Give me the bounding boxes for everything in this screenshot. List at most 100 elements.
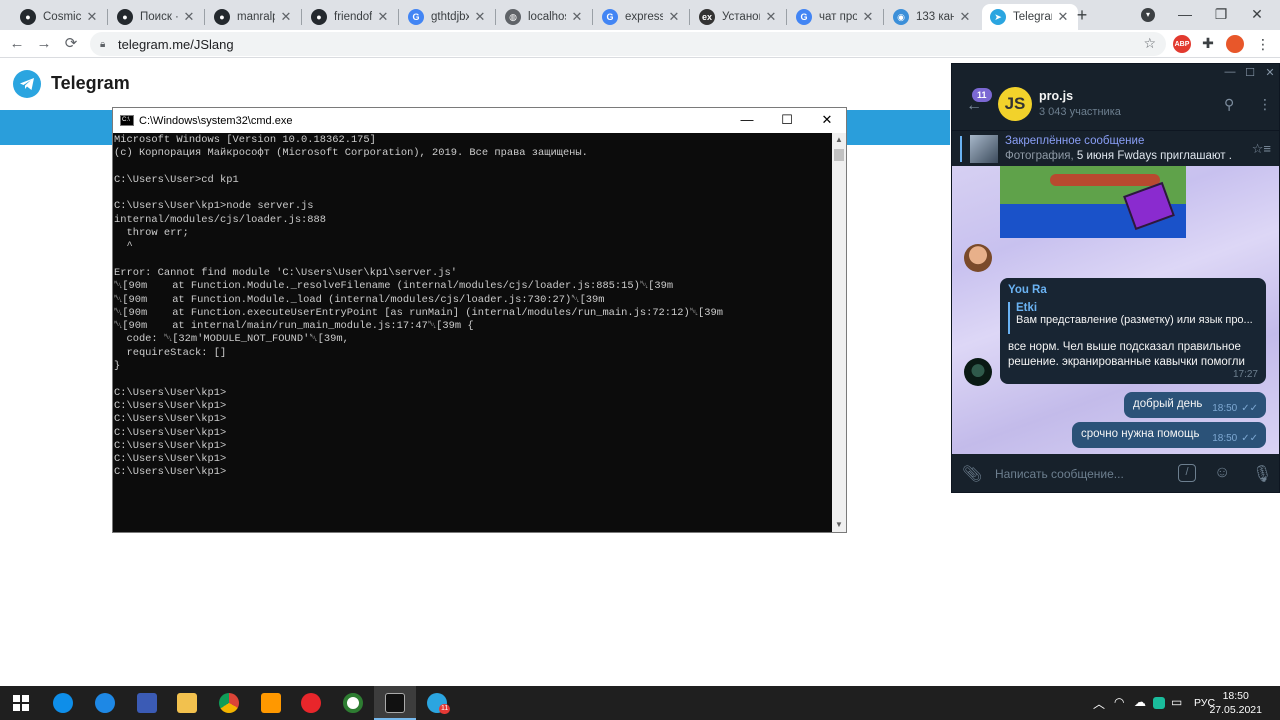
teamviewer-icon[interactable] xyxy=(42,686,84,720)
telegram-brand-title[interactable]: Telegram xyxy=(51,73,130,94)
cmd-minimize-button[interactable]: — xyxy=(727,108,767,133)
tab-close-icon[interactable]: ✕ xyxy=(279,9,293,25)
console-line: throw err; xyxy=(114,227,189,240)
sender-avatar-2[interactable] xyxy=(964,358,992,386)
pinned-message-bar[interactable]: Закреплённое сообщение Фотография, 5 июн… xyxy=(952,130,1279,166)
profile-avatar-icon[interactable] xyxy=(1226,35,1244,53)
adblock-extension-icon[interactable]: ABP xyxy=(1173,35,1191,53)
tray-expand-icon[interactable]: ︿ xyxy=(1093,695,1105,712)
bookmark-star-icon[interactable]: ☆ xyxy=(1143,35,1156,52)
message-author[interactable]: You Ra xyxy=(1008,284,1047,296)
system-clock[interactable]: 18:50 27.05.2021 xyxy=(1209,689,1262,717)
scroll-up-icon[interactable]: ▲ xyxy=(832,133,846,147)
back-button[interactable]: ← xyxy=(6,33,28,55)
reply-quote[interactable]: Etki Вам представление (разметку) или яз… xyxy=(1008,302,1256,334)
browser-tab[interactable]: ● Поиск · у ✕ xyxy=(109,4,204,30)
close-button[interactable]: ✕ xyxy=(1234,4,1280,26)
green-app-icon[interactable] xyxy=(332,686,374,720)
address-bar[interactable]: 🔒︎ telegram.me/JSlang ☆ xyxy=(90,32,1166,56)
message-text: добрый день xyxy=(1133,398,1203,410)
emoji-icon[interactable]: ☺ xyxy=(1214,464,1230,482)
cmd-maximize-button[interactable]: ☐ xyxy=(767,108,807,133)
sender-avatar[interactable] xyxy=(964,244,992,272)
browser-tab[interactable]: ● CosmicEc ✕ xyxy=(12,4,107,30)
browser-tab[interactable]: ● manralpa ✕ xyxy=(206,4,301,30)
tab-close-icon[interactable]: ✕ xyxy=(1056,9,1070,25)
url-text: telegram.me/JSlang xyxy=(118,36,234,52)
telegram-taskbar-icon[interactable]: 11 xyxy=(416,686,458,720)
lock-icon[interactable]: 🔒︎ xyxy=(100,39,110,50)
tgd-maximize-button[interactable]: ☐ xyxy=(1240,66,1260,79)
browser-tab[interactable]: ● friendofic ✕ xyxy=(303,4,398,30)
outgoing-message[interactable]: срочно нужна помощь 18:50 ✓✓ xyxy=(1072,422,1266,448)
app-tray-icon[interactable] xyxy=(1153,697,1165,709)
incoming-message[interactable]: You Ra Etki Вам представление (разметку)… xyxy=(1000,278,1266,384)
tgd-close-button[interactable]: ✕ xyxy=(1260,66,1279,79)
cmd-console-output[interactable]: Microsoft Windows [Version 10.0.18362.17… xyxy=(113,133,833,532)
outgoing-message[interactable]: добрый день 18:50 ✓✓ xyxy=(1124,392,1266,418)
browser-tab[interactable]: Gexpress js ✕ xyxy=(594,4,689,30)
extensions-puzzle-icon[interactable]: ✚ xyxy=(1199,35,1217,53)
scroll-thumb[interactable] xyxy=(834,149,844,161)
search-icon[interactable]: ⚲ xyxy=(1224,96,1234,113)
browser-tab[interactable]: ◍ localhost ✕ xyxy=(497,4,592,30)
message-time: 18:50 ✓✓ xyxy=(1212,403,1258,414)
tab-separator xyxy=(107,9,108,25)
cmd-taskbar-icon[interactable] xyxy=(374,686,416,720)
scroll-down-icon[interactable]: ▼ xyxy=(832,518,846,532)
browser-tab[interactable]: Gчат прогр ✕ xyxy=(788,4,883,30)
attach-paperclip-icon[interactable]: 📎︎ xyxy=(962,464,982,484)
tab-close-icon[interactable]: ✕ xyxy=(861,9,875,25)
chat-avatar[interactable]: JS xyxy=(998,87,1032,121)
pepe-sticker[interactable] xyxy=(1000,166,1186,238)
browser-menu-icon[interactable]: ⋮ xyxy=(1256,35,1270,53)
tab-close-icon[interactable]: ✕ xyxy=(570,9,584,25)
cmd-scrollbar[interactable]: ▲ ▼ xyxy=(832,133,846,532)
tab-close-icon[interactable]: ✕ xyxy=(473,9,487,25)
tab-close-icon[interactable]: ✕ xyxy=(667,9,681,25)
tab-separator xyxy=(204,9,205,25)
bot-commands-icon[interactable]: / xyxy=(1178,464,1196,482)
tgd-window-bar: — ☐ ✕ xyxy=(952,64,1279,84)
tab-close-icon[interactable]: ✕ xyxy=(958,9,972,25)
browser-tab[interactable]: ➤ Telegram ✕ xyxy=(982,4,1078,30)
tab-close-icon[interactable]: ✕ xyxy=(764,9,778,25)
tab-search-icon[interactable]: ▾ xyxy=(1141,8,1155,22)
chat-name[interactable]: pro.js xyxy=(1039,89,1073,103)
calendar-app-icon[interactable] xyxy=(126,686,168,720)
more-options-icon[interactable]: ⋮ xyxy=(1258,96,1272,113)
telegram-desktop-window[interactable]: — ☐ ✕ ← 11 JS pro.js 3 043 участника ⚲ ⋮… xyxy=(951,63,1280,493)
github-icon: ● xyxy=(117,9,133,25)
new-tab-button[interactable]: + xyxy=(1072,5,1092,25)
browser-tab[interactable]: ex Установк ✕ xyxy=(691,4,786,30)
browser-tab[interactable]: Ggthtdjbxb ✕ xyxy=(400,4,495,30)
tab-close-icon[interactable]: ✕ xyxy=(376,9,390,25)
tab-close-icon[interactable]: ✕ xyxy=(85,9,99,25)
reload-button[interactable]: ⟳ xyxy=(60,33,82,55)
sublime-text-icon[interactable] xyxy=(250,686,292,720)
browser-tab[interactable]: ◉ 133 кана ✕ xyxy=(885,4,980,30)
file-explorer-icon[interactable] xyxy=(166,686,208,720)
pinned-list-icon[interactable]: ☆≡ xyxy=(1252,141,1271,157)
chrome-icon[interactable] xyxy=(208,686,250,720)
forward-button[interactable]: → xyxy=(33,33,55,55)
edge-icon[interactable] xyxy=(84,686,126,720)
start-button[interactable] xyxy=(0,686,42,720)
message-input[interactable]: Написать сообщение... xyxy=(995,467,1124,481)
battery-icon[interactable]: ▭ xyxy=(1171,695,1182,709)
wifi-icon[interactable]: ◠ xyxy=(1114,695,1124,709)
cmd-close-button[interactable]: ✕ xyxy=(807,108,847,133)
tab-close-icon[interactable]: ✕ xyxy=(182,9,196,25)
cmd-titlebar[interactable]: C:\ C:\Windows\system32\cmd.exe — ☐ ✕ xyxy=(113,108,846,133)
telegram-logo-icon[interactable] xyxy=(13,70,41,98)
cloud-icon[interactable]: ☁ xyxy=(1134,695,1146,709)
tgd-minimize-button[interactable]: — xyxy=(1220,66,1240,78)
unread-badge: 11 xyxy=(972,88,992,102)
unread-count: 11 xyxy=(977,90,987,100)
opera-icon[interactable] xyxy=(290,686,332,720)
microphone-icon[interactable]: 🎙︎ xyxy=(1252,464,1272,484)
cmd-window[interactable]: C:\ C:\Windows\system32\cmd.exe — ☐ ✕ Mi… xyxy=(112,107,847,533)
chat-history[interactable]: You Ra Etki Вам представление (разметку)… xyxy=(952,166,1279,454)
console-line: (c) Корпорация Майкрософт (Microsoft Cor… xyxy=(114,147,588,160)
console-line: C:\Users\User\kp1> xyxy=(114,453,227,466)
